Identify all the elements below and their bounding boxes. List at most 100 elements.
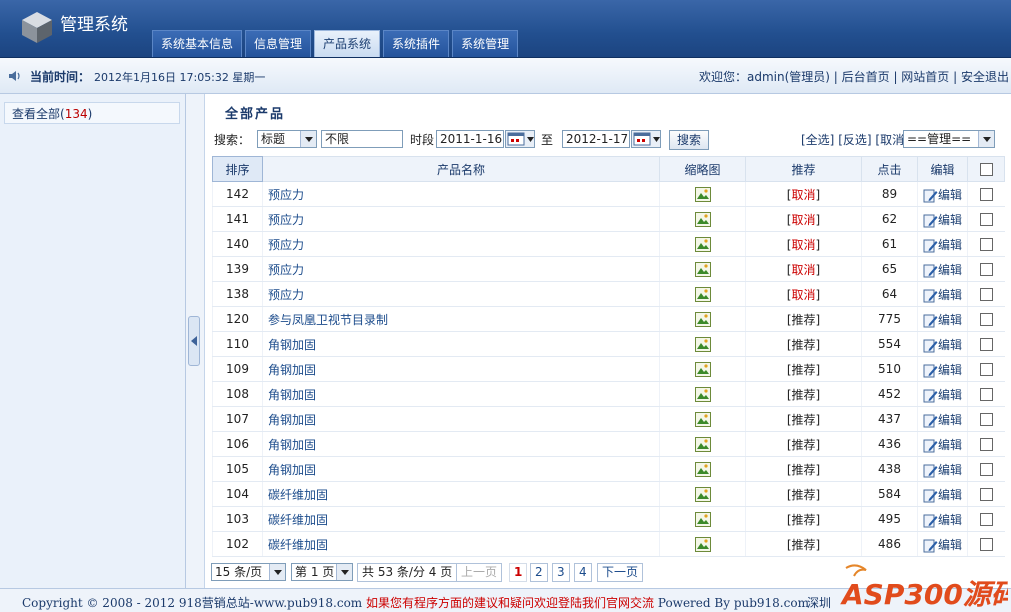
- product-name-link[interactable]: 碳纤维加固: [262, 506, 660, 532]
- link-logout[interactable]: 安全退出: [961, 70, 1009, 84]
- product-name-link[interactable]: 角钢加固: [262, 331, 660, 357]
- date-to-calendar-button[interactable]: [631, 130, 661, 148]
- edit-button[interactable]: 编辑: [923, 388, 962, 402]
- product-name-link[interactable]: 角钢加固: [262, 406, 660, 432]
- thumbnail-image-icon[interactable]: [694, 511, 711, 527]
- row-checkbox[interactable]: [979, 413, 993, 426]
- row-checkbox[interactable]: [979, 338, 993, 351]
- tab-plugins[interactable]: 系统插件: [383, 30, 450, 57]
- search-button[interactable]: 搜索: [669, 130, 709, 150]
- row-checkbox[interactable]: [979, 363, 993, 376]
- row-checkbox[interactable]: [979, 488, 993, 501]
- thumbnail-image-icon[interactable]: [694, 386, 711, 402]
- recommend-link[interactable]: [推荐]: [787, 438, 820, 452]
- row-checkbox[interactable]: [979, 238, 993, 251]
- thumbnail-image-icon[interactable]: [694, 361, 711, 377]
- recommend-link[interactable]: [推荐]: [787, 313, 820, 327]
- tab-product-system[interactable]: 产品系统: [314, 30, 381, 57]
- product-name-link[interactable]: 预应力: [262, 256, 660, 282]
- recommend-cancel-link[interactable]: [取消]: [787, 288, 820, 302]
- row-checkbox[interactable]: [979, 538, 993, 551]
- recommend-link[interactable]: [推荐]: [787, 413, 820, 427]
- recommend-link[interactable]: [推荐]: [787, 463, 820, 477]
- edit-button[interactable]: 编辑: [923, 488, 962, 502]
- recommend-cancel-link[interactable]: [取消]: [787, 188, 820, 202]
- product-name-link[interactable]: 角钢加固: [262, 456, 660, 482]
- product-name-link[interactable]: 碳纤维加固: [262, 481, 660, 507]
- thumbnail-image-icon[interactable]: [694, 461, 711, 477]
- row-checkbox[interactable]: [979, 313, 993, 326]
- row-checkbox[interactable]: [979, 288, 993, 301]
- page-number-1[interactable]: 1: [509, 563, 528, 582]
- invert-selection-link[interactable]: [反选]: [838, 133, 871, 147]
- recommend-link[interactable]: [推荐]: [787, 488, 820, 502]
- column-header-sort[interactable]: 排序: [212, 156, 263, 182]
- link-site-home[interactable]: 网站首页: [901, 70, 949, 84]
- product-name-link[interactable]: 预应力: [262, 206, 660, 232]
- row-checkbox[interactable]: [979, 463, 993, 476]
- search-field-select[interactable]: 标题: [257, 130, 317, 148]
- select-all-checkbox[interactable]: [979, 163, 993, 176]
- row-checkbox[interactable]: [979, 438, 993, 451]
- product-name-link[interactable]: 预应力: [262, 181, 660, 207]
- product-name-link[interactable]: 角钢加固: [262, 356, 660, 382]
- date-to-input[interactable]: 2012-1-17: [562, 130, 630, 148]
- sidebar-item-view-all[interactable]: 查看全部(134): [4, 102, 180, 124]
- row-checkbox[interactable]: [979, 213, 993, 226]
- thumbnail-image-icon[interactable]: [694, 536, 711, 552]
- edit-button[interactable]: 编辑: [923, 413, 962, 427]
- tab-info-management[interactable]: 信息管理: [245, 30, 312, 57]
- row-checkbox[interactable]: [979, 388, 993, 401]
- edit-button[interactable]: 编辑: [923, 263, 962, 277]
- thumbnail-image-icon[interactable]: [694, 211, 711, 227]
- edit-button[interactable]: 编辑: [923, 188, 962, 202]
- page-number-4[interactable]: 4: [574, 563, 592, 582]
- thumbnail-image-icon[interactable]: [694, 261, 711, 277]
- per-page-select[interactable]: 15 条/页: [211, 563, 286, 581]
- edit-button[interactable]: 编辑: [923, 438, 962, 452]
- page-number-3[interactable]: 3: [552, 563, 570, 582]
- page-number-2[interactable]: 2: [530, 563, 548, 582]
- edit-button[interactable]: 编辑: [923, 338, 962, 352]
- thumbnail-image-icon[interactable]: [694, 411, 711, 427]
- thumbnail-image-icon[interactable]: [694, 286, 711, 302]
- thumbnail-image-icon[interactable]: [694, 336, 711, 352]
- recommend-cancel-link[interactable]: [取消]: [787, 213, 820, 227]
- next-page-button[interactable]: 下一页: [597, 563, 644, 582]
- tab-system-management[interactable]: 系统管理: [452, 30, 519, 57]
- product-name-link[interactable]: 碳纤维加固: [262, 531, 660, 557]
- search-keyword-input[interactable]: 不限: [321, 130, 403, 148]
- thumbnail-image-icon[interactable]: [694, 311, 711, 327]
- prev-page-button[interactable]: 上一页: [456, 563, 503, 582]
- product-name-link[interactable]: 预应力: [262, 281, 660, 307]
- tab-basic-info[interactable]: 系统基本信息: [152, 30, 243, 57]
- recommend-link[interactable]: [推荐]: [787, 513, 820, 527]
- product-name-link[interactable]: 参与凤凰卫视节目录制: [262, 306, 660, 332]
- recommend-link[interactable]: [推荐]: [787, 338, 820, 352]
- edit-button[interactable]: 编辑: [923, 538, 962, 552]
- thumbnail-image-icon[interactable]: [694, 486, 711, 502]
- edit-button[interactable]: 编辑: [923, 213, 962, 227]
- batch-manage-select[interactable]: ==管理==: [903, 130, 995, 148]
- edit-button[interactable]: 编辑: [923, 238, 962, 252]
- edit-button[interactable]: 编辑: [923, 363, 962, 377]
- row-checkbox[interactable]: [979, 513, 993, 526]
- recommend-link[interactable]: [推荐]: [787, 538, 820, 552]
- recommend-cancel-link[interactable]: [取消]: [787, 238, 820, 252]
- product-name-link[interactable]: 预应力: [262, 231, 660, 257]
- edit-button[interactable]: 编辑: [923, 288, 962, 302]
- column-header-checkbox[interactable]: [967, 156, 1005, 182]
- edit-button[interactable]: 编辑: [923, 463, 962, 477]
- product-name-link[interactable]: 角钢加固: [262, 381, 660, 407]
- row-checkbox[interactable]: [979, 263, 993, 276]
- page-select[interactable]: 第 1 页: [291, 563, 353, 581]
- row-checkbox[interactable]: [979, 188, 993, 201]
- select-all-link[interactable]: [全选]: [801, 133, 834, 147]
- product-name-link[interactable]: 角钢加固: [262, 431, 660, 457]
- collapse-sidebar-button[interactable]: [188, 316, 200, 366]
- edit-button[interactable]: 编辑: [923, 513, 962, 527]
- date-from-input[interactable]: 2011-1-16: [436, 130, 504, 148]
- thumbnail-image-icon[interactable]: [694, 436, 711, 452]
- recommend-link[interactable]: [推荐]: [787, 363, 820, 377]
- date-from-calendar-button[interactable]: [505, 130, 535, 148]
